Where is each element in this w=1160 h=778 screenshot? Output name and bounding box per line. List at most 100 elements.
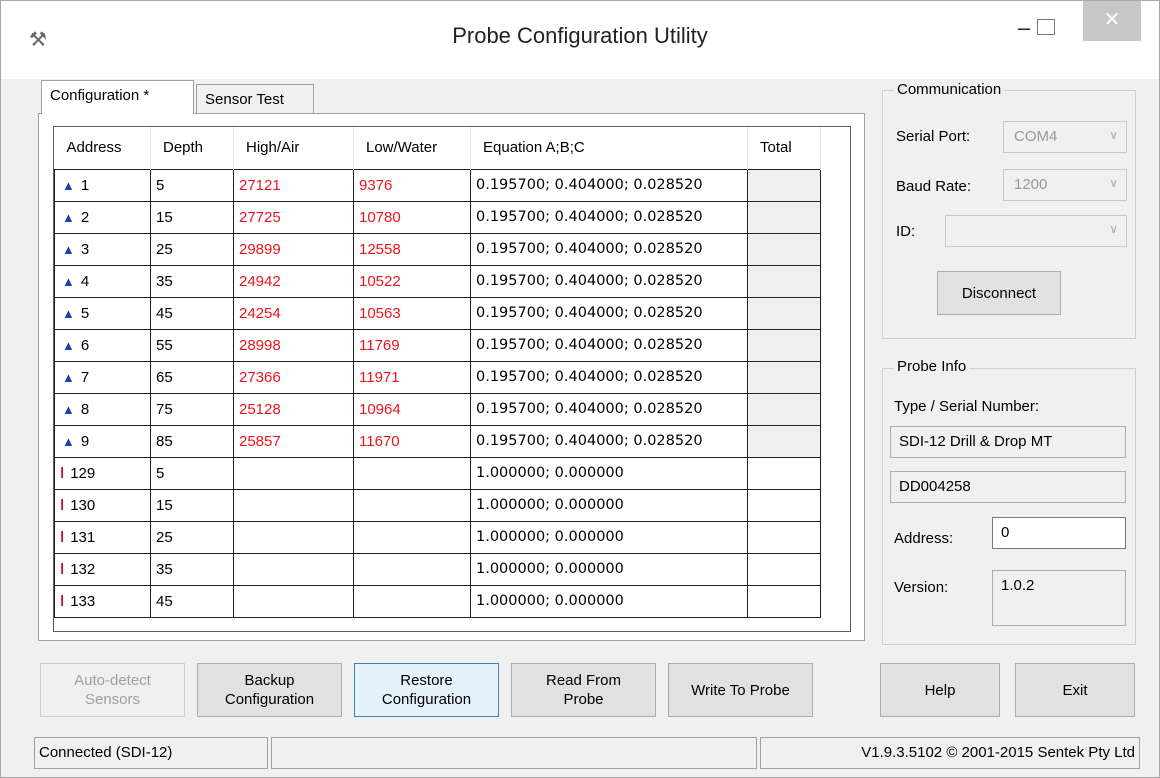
cell-low-water[interactable]: 11971 [353, 360, 471, 394]
maximize-button[interactable] [1037, 19, 1055, 35]
cell-total[interactable] [747, 488, 821, 522]
cell-low-water[interactable] [353, 456, 471, 490]
tab-sensor-test[interactable]: Sensor Test [196, 84, 314, 114]
cell-total[interactable] [747, 424, 821, 458]
cell-high-air[interactable] [233, 520, 354, 554]
cell-address[interactable]: ǀ 129 [54, 456, 151, 490]
cell-high-air[interactable]: 25857 [233, 424, 354, 458]
cell-low-water[interactable] [353, 552, 471, 586]
cell-high-air[interactable]: 27725 [233, 200, 354, 234]
cell-depth[interactable]: 45 [150, 296, 234, 330]
cell-depth[interactable]: 55 [150, 328, 234, 362]
cell-equation[interactable]: 0.195700; 0.404000; 0.028520 [470, 392, 748, 426]
table-row[interactable]: ▲ 5 45 24254 10563 0.195700; 0.404000; 0.0285… [54, 296, 821, 330]
column-header-high-air[interactable]: High/Air [233, 127, 354, 169]
cell-total[interactable] [747, 520, 821, 554]
cell-equation[interactable]: 1.000000; 0.000000 [470, 584, 748, 618]
cell-equation[interactable]: 0.195700; 0.404000; 0.028520 [470, 200, 748, 234]
write-to-probe-button[interactable]: Write To Probe [668, 663, 813, 717]
cell-total[interactable] [747, 552, 821, 586]
table-row[interactable]: ▲ 3 25 29899 12558 0.195700; 0.404000; 0.0285… [54, 232, 821, 266]
cell-high-air[interactable] [233, 552, 354, 586]
cell-high-air[interactable]: 24942 [233, 264, 354, 298]
tab-configuration[interactable]: Configuration * [41, 80, 194, 114]
cell-low-water[interactable]: 12558 [353, 232, 471, 266]
cell-depth[interactable]: 25 [150, 520, 234, 554]
cell-low-water[interactable]: 10964 [353, 392, 471, 426]
cell-equation[interactable]: 0.195700; 0.404000; 0.028520 [470, 232, 748, 266]
read-from-probe-button[interactable]: Read From Probe [511, 663, 656, 717]
cell-address[interactable]: ▲ 7 [54, 360, 151, 394]
cell-equation[interactable]: 0.195700; 0.404000; 0.028520 [470, 296, 748, 330]
cell-low-water[interactable]: 11769 [353, 328, 471, 362]
table-row[interactable]: ▲ 1 5 27121 9376 0.195700; 0.404000; 0.028520 [54, 168, 821, 202]
table-row[interactable]: ǀ 132 35 1.000000; 0.000000 [54, 552, 821, 586]
cell-depth[interactable]: 5 [150, 168, 234, 202]
help-button[interactable]: Help [880, 663, 1000, 717]
cell-high-air[interactable] [233, 488, 354, 522]
table-row[interactable]: ▲ 6 55 28998 11769 0.195700; 0.404000; 0.0285… [54, 328, 821, 362]
cell-total[interactable] [747, 264, 821, 298]
cell-address[interactable]: ▲ 9 [54, 424, 151, 458]
table-row[interactable]: ǀ 133 45 1.000000; 0.000000 [54, 584, 821, 618]
cell-low-water[interactable]: 10522 [353, 264, 471, 298]
column-header-low-water[interactable]: Low/Water [353, 127, 471, 169]
exit-button[interactable]: Exit [1015, 663, 1135, 717]
cell-high-air[interactable]: 28998 [233, 328, 354, 362]
column-header-total[interactable]: Total [747, 127, 821, 169]
cell-equation[interactable]: 0.195700; 0.404000; 0.028520 [470, 168, 748, 202]
cell-address[interactable]: ▲ 1 [54, 168, 151, 202]
cell-equation[interactable]: 1.000000; 0.000000 [470, 488, 748, 522]
cell-equation[interactable]: 0.195700; 0.404000; 0.028520 [470, 424, 748, 458]
cell-total[interactable] [747, 296, 821, 330]
cell-high-air[interactable] [233, 456, 354, 490]
cell-equation[interactable]: 0.195700; 0.404000; 0.028520 [470, 264, 748, 298]
disconnect-button[interactable]: Disconnect [937, 271, 1061, 315]
close-button[interactable]: ✕ [1083, 1, 1141, 41]
table-row[interactable]: ǀ 130 15 1.000000; 0.000000 [54, 488, 821, 522]
cell-address[interactable]: ▲ 5 [54, 296, 151, 330]
cell-high-air[interactable]: 27121 [233, 168, 354, 202]
cell-address[interactable]: ▲ 6 [54, 328, 151, 362]
serial-port-select[interactable]: COM4 ∨ [1003, 121, 1127, 153]
cell-high-air[interactable]: 29899 [233, 232, 354, 266]
address-input[interactable]: 0 [992, 517, 1126, 549]
table-row[interactable]: ▲ 4 35 24942 10522 0.195700; 0.404000; 0.0285… [54, 264, 821, 298]
cell-address[interactable]: ǀ 133 [54, 584, 151, 618]
cell-high-air[interactable]: 25128 [233, 392, 354, 426]
cell-depth[interactable]: 15 [150, 200, 234, 234]
cell-low-water[interactable] [353, 584, 471, 618]
cell-low-water[interactable]: 9376 [353, 168, 471, 202]
cell-total[interactable] [747, 360, 821, 394]
cell-total[interactable] [747, 456, 821, 490]
cell-depth[interactable]: 75 [150, 392, 234, 426]
table-row[interactable]: ▲ 9 85 25857 11670 0.195700; 0.404000; 0.0285… [54, 424, 821, 458]
cell-total[interactable] [747, 232, 821, 266]
column-header-depth[interactable]: Depth [150, 127, 234, 169]
cell-address[interactable]: ǀ 130 [54, 488, 151, 522]
cell-depth[interactable]: 15 [150, 488, 234, 522]
table-row[interactable]: ǀ 131 25 1.000000; 0.000000 [54, 520, 821, 554]
cell-address[interactable]: ▲ 3 [54, 232, 151, 266]
cell-high-air[interactable]: 24254 [233, 296, 354, 330]
cell-depth[interactable]: 25 [150, 232, 234, 266]
minimize-button[interactable]: – [1009, 13, 1039, 43]
backup-configuration-button[interactable]: Backup Configuration [197, 663, 342, 717]
cell-equation[interactable]: 1.000000; 0.000000 [470, 520, 748, 554]
baud-rate-select[interactable]: 1200 ∨ [1003, 169, 1127, 201]
cell-equation[interactable]: 1.000000; 0.000000 [470, 552, 748, 586]
table-row[interactable]: ▲ 2 15 27725 10780 0.195700; 0.404000; 0.0285… [54, 200, 821, 234]
column-header-address[interactable]: Address [54, 127, 151, 169]
table-row[interactable]: ▲ 7 65 27366 11971 0.195700; 0.404000; 0.0285… [54, 360, 821, 394]
cell-total[interactable] [747, 168, 821, 202]
cell-low-water[interactable] [353, 520, 471, 554]
cell-depth[interactable]: 5 [150, 456, 234, 490]
cell-address[interactable]: ǀ 131 [54, 520, 151, 554]
cell-total[interactable] [747, 200, 821, 234]
cell-depth[interactable]: 35 [150, 552, 234, 586]
cell-low-water[interactable]: 11670 [353, 424, 471, 458]
cell-total[interactable] [747, 584, 821, 618]
cell-low-water[interactable] [353, 488, 471, 522]
cell-total[interactable] [747, 392, 821, 426]
cell-equation[interactable]: 0.195700; 0.404000; 0.028520 [470, 328, 748, 362]
